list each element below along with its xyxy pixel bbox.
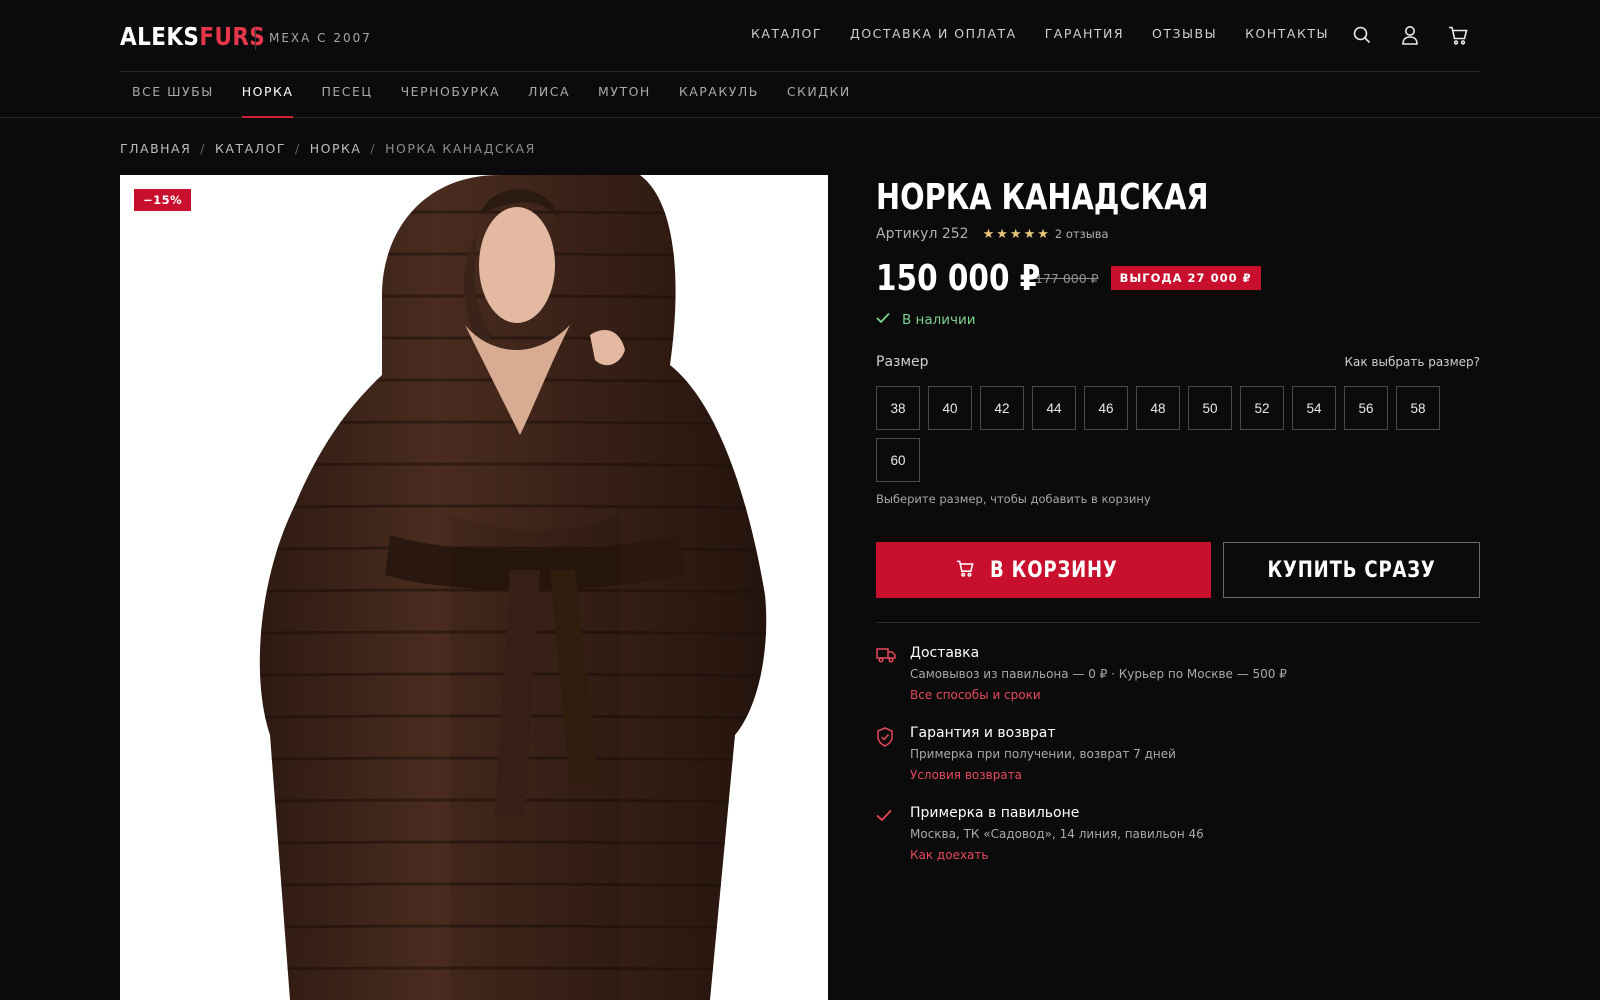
- category-mouton[interactable]: МУТОН: [598, 84, 651, 116]
- size-option[interactable]: 60: [876, 438, 920, 482]
- feature-delivery: Доставка Самовывоз из павильона — 0 ₽ · …: [876, 645, 1480, 725]
- category-arctic-fox[interactable]: ПЕСЕЦ: [321, 84, 372, 116]
- product-photo[interactable]: −15%: [120, 175, 828, 1000]
- logo-tagline: МЕХА С 2007: [269, 31, 372, 45]
- logo-divider: [255, 28, 256, 50]
- size-option[interactable]: 58: [1396, 386, 1440, 430]
- breadcrumb-separator: /: [200, 141, 207, 156]
- size-option[interactable]: 50: [1188, 386, 1232, 430]
- category-mink[interactable]: НОРКА: [241, 84, 294, 118]
- purchase-buttons: В КОРЗИНУ КУПИТЬ СРАЗУ: [876, 542, 1480, 598]
- breadcrumb: ГЛАВНАЯ / КАТАЛОГ / НОРКА / НОРКА КАНАДС…: [120, 141, 536, 156]
- size-guide-link[interactable]: Как выбрать размер?: [1344, 355, 1480, 369]
- search-icon[interactable]: [1352, 24, 1372, 46]
- star-icon: ★: [982, 226, 995, 242]
- feature-description: Москва, ТК «Садовод», 14 линия, павильон…: [910, 827, 1204, 841]
- size-option[interactable]: 44: [1032, 386, 1076, 430]
- user-icon[interactable]: [1400, 24, 1420, 46]
- price-row: 150 000 ₽ 177 000 ₽ ВЫГОДА 27 000 ₽: [876, 256, 1480, 300]
- site-logo[interactable]: ALEKSFURS: [120, 18, 289, 54]
- fur-coat-illustration: [259, 175, 767, 1000]
- size-hint: Выберите размер, чтобы добавить в корзин…: [876, 492, 1151, 506]
- reviews-link[interactable]: 2 отзыва: [1055, 227, 1109, 241]
- product-sku: Артикул 252: [876, 226, 969, 242]
- category-navigation: ВСЕ ШУБЫ НОРКА ПЕСЕЦ ЧЕРНОБУРКА ЛИСА МУТ…: [132, 84, 851, 118]
- star-icon: ★: [1037, 226, 1049, 242]
- old-price: 177 000 ₽: [1035, 270, 1099, 286]
- cart-icon: [956, 560, 974, 580]
- product-meta: Артикул 252 ★ ★ ★ ★ ★ 2 отзыва: [876, 226, 1480, 242]
- header-divider: [120, 71, 1480, 72]
- size-option[interactable]: 40: [928, 386, 972, 430]
- breadcrumb-home[interactable]: ГЛАВНАЯ: [120, 141, 191, 156]
- discount-badge: −15%: [134, 189, 192, 211]
- category-karakul[interactable]: КАРАКУЛЬ: [679, 84, 759, 116]
- topnav-warranty[interactable]: ГАРАНТИЯ: [1045, 26, 1124, 41]
- top-navigation: КАТАЛОГ ДОСТАВКА И ОПЛАТА ГАРАНТИЯ ОТЗЫВ…: [751, 26, 1329, 41]
- truck-icon: [876, 645, 910, 725]
- feature-fitting: Примерка в павильоне Москва, ТК «Садовод…: [876, 805, 1480, 885]
- topnav-delivery[interactable]: ДОСТАВКА И ОПЛАТА: [850, 26, 1017, 41]
- logo-part1: ALEKS: [120, 21, 200, 51]
- site-header: ALEKSFURS МЕХА С 2007 КАТАЛОГ ДОСТАВКА И…: [0, 0, 1600, 118]
- size-options: 38 40 42 44 46 48 50 52 54 56 58 60: [876, 386, 1456, 482]
- delivery-options-link[interactable]: Все способы и сроки: [910, 688, 1287, 702]
- size-option[interactable]: 56: [1344, 386, 1388, 430]
- buy-now-label: КУПИТЬ СРАЗУ: [1267, 557, 1436, 583]
- topnav-contacts[interactable]: КОНТАКТЫ: [1245, 26, 1329, 41]
- breadcrumb-separator: /: [295, 141, 301, 156]
- topnav-reviews[interactable]: ОТЗЫВЫ: [1152, 26, 1217, 41]
- add-to-cart-button[interactable]: В КОРЗИНУ: [876, 542, 1211, 598]
- directions-link[interactable]: Как доехать: [910, 848, 1204, 862]
- feature-list: Доставка Самовывоз из павильона — 0 ₽ · …: [876, 645, 1480, 885]
- star-icon: ★: [996, 226, 1008, 242]
- size-option[interactable]: 52: [1240, 386, 1284, 430]
- size-option[interactable]: 48: [1136, 386, 1180, 430]
- feature-description: Самовывоз из павильона — 0 ₽ · Курьер по…: [910, 667, 1287, 681]
- product-title: НОРКА КАНАДСКАЯ: [876, 177, 1209, 218]
- category-sale[interactable]: СКИДКИ: [787, 84, 851, 116]
- buy-now-button[interactable]: КУПИТЬ СРАЗУ: [1223, 542, 1480, 598]
- breadcrumb-catalog[interactable]: КАТАЛОГ: [215, 141, 286, 156]
- check-icon: [876, 805, 910, 885]
- star-icon: ★: [1009, 226, 1022, 242]
- breadcrumb-current: НОРКА КАНАДСКАЯ: [385, 141, 536, 156]
- feature-title: Доставка: [910, 645, 980, 661]
- size-label: Размер: [876, 354, 929, 370]
- star-icon: ★: [1023, 226, 1036, 242]
- return-terms-link[interactable]: Условия возврата: [910, 768, 1176, 782]
- current-price: 150 000 ₽: [876, 257, 1041, 299]
- section-divider: [876, 622, 1480, 623]
- stock-status: В наличии: [876, 312, 1480, 328]
- product-info: НОРКА КАНАДСКАЯ Артикул 252 ★ ★ ★ ★ ★ 2 отзы…: [876, 175, 1480, 885]
- check-icon: [876, 312, 894, 328]
- rating-stars: ★ ★ ★ ★ ★: [983, 227, 1049, 242]
- feature-title: Примерка в павильоне: [910, 805, 1080, 821]
- topnav-catalog[interactable]: КАТАЛОГ: [751, 26, 822, 41]
- size-option[interactable]: 42: [980, 386, 1024, 430]
- add-to-cart-label: В КОРЗИНУ: [989, 557, 1118, 583]
- category-silver-fox[interactable]: ЧЕРНОБУРКА: [401, 84, 500, 116]
- saving-badge: ВЫГОДА 27 000 ₽: [1110, 266, 1261, 290]
- feature-title: Гарантия и возврат: [910, 725, 1056, 741]
- size-option[interactable]: 38: [876, 386, 920, 430]
- category-all[interactable]: ВСЕ ШУБЫ: [132, 84, 214, 116]
- stock-label: В наличии: [902, 312, 976, 328]
- breadcrumb-mink[interactable]: НОРКА: [310, 141, 362, 156]
- category-fox[interactable]: ЛИСА: [528, 84, 570, 116]
- feature-description: Примерка при получении, возврат 7 дней: [910, 747, 1176, 761]
- size-option[interactable]: 46: [1084, 386, 1128, 430]
- breadcrumb-separator: /: [370, 141, 377, 156]
- feature-warranty: Гарантия и возврат Примерка при получени…: [876, 725, 1480, 805]
- shield-check-icon: [876, 725, 910, 805]
- size-option[interactable]: 54: [1292, 386, 1336, 430]
- size-header: Размер Как выбрать размер?: [876, 354, 1480, 370]
- cart-icon[interactable]: [1448, 24, 1468, 46]
- header-icons: [1352, 24, 1468, 46]
